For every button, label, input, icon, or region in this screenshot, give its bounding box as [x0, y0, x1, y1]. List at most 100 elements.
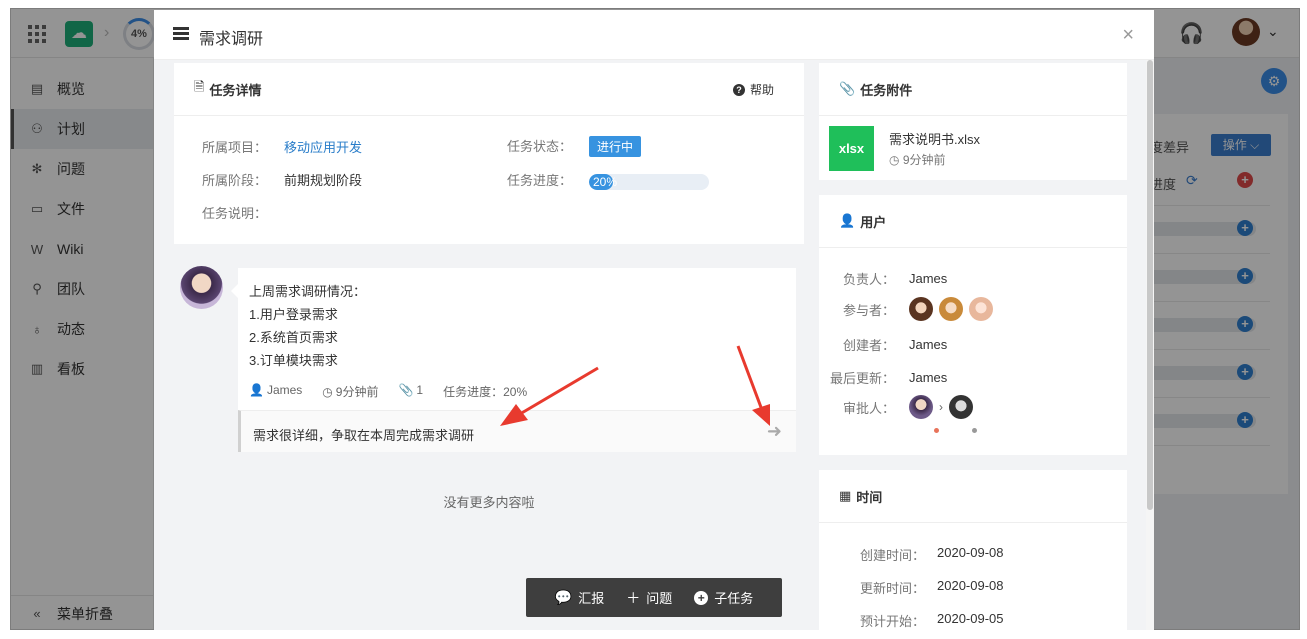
owner-label: 负责人： — [842, 272, 895, 287]
comment-caret — [231, 284, 238, 298]
planned-start-value: 2020-09-05 — [937, 611, 1004, 626]
attachment-file-name[interactable]: 需求说明书.xlsx — [889, 129, 980, 148]
approver-chevron-icon: › — [939, 400, 943, 414]
question-icon: ? — [732, 83, 745, 96]
no-more-content: 没有更多内容啦 — [443, 495, 535, 510]
report-button[interactable]: 💬 汇报 — [555, 588, 604, 607]
comment-meta: 👤 James ◷ 9分钟前 📎 1 任务进度：20% — [249, 383, 527, 400]
planned-start-label: 预计开始： — [859, 614, 925, 629]
status-field: 任务状态： 进行中 — [507, 136, 642, 157]
owner-row: 负责人： James — [819, 269, 947, 288]
updated-row: 更新时间： 2020-09-08 — [819, 578, 1004, 597]
comment-line: 3.订单模块需求 — [249, 353, 338, 368]
chat-bubble-icon: 💬 — [554, 589, 573, 605]
issue-label: 问题 — [646, 591, 673, 606]
participant-avatar[interactable] — [909, 297, 933, 321]
task-modal: 需求调研 × 🗎 任务详情 ? 帮助 所属项目： 移动应用开发 所属阶段： 前期规划… — [154, 10, 1154, 630]
help-label: 帮助 — [749, 83, 774, 97]
progress-label: 任务进度： — [507, 173, 573, 188]
attachments-heading: 任务附件 — [860, 82, 913, 98]
task-detail-card: 🗎 任务详情 ? 帮助 所属项目： 移动应用开发 所属阶段： 前期规划阶段 任务说明… — [174, 63, 804, 244]
approver-status-dot — [972, 428, 977, 433]
comment-author-name: James — [266, 383, 303, 397]
close-icon[interactable]: × — [1122, 24, 1134, 47]
document-icon: 🗎 — [194, 79, 205, 94]
paperclip-icon: 📎 — [398, 383, 414, 397]
project-label: 所属项目： — [202, 140, 268, 155]
status-label: 任务状态： — [507, 139, 573, 154]
description-label: 任务说明： — [202, 206, 268, 221]
creator-value: James — [909, 337, 948, 352]
comment-progress: 任务进度：20% — [443, 385, 528, 399]
time-header: ▦ 时间 — [819, 470, 1127, 523]
approver-label: 审批人： — [842, 400, 895, 416]
reply-text: 需求很详细，争取在本周完成需求调研 — [253, 428, 475, 443]
time-heading: 时间 — [856, 489, 883, 505]
report-label: 汇报 — [578, 591, 605, 606]
description-field: 任务说明： — [202, 203, 284, 222]
comment-line: 上周需求调研情况： — [249, 284, 367, 299]
comment-line: 2.系统首页需求 — [249, 330, 338, 345]
subtask-label: 子任务 — [714, 591, 754, 606]
approver-row: 审批人： › — [819, 395, 979, 419]
comment-reply: 需求很详细，争取在本周完成需求调研 ➜ — [238, 410, 796, 452]
modal-header: 需求调研 × — [154, 10, 1154, 60]
comment-attachments[interactable]: 📎 1 — [398, 383, 423, 400]
progress-text: 20% — [593, 174, 618, 189]
user-icon: 👤 — [839, 213, 856, 228]
project-link[interactable]: 移动应用开发 — [284, 140, 362, 155]
users-card: 👤 用户 负责人： James 参与者： 创建者： James 最后更新： James… — [819, 195, 1127, 455]
modal-scrollbar[interactable] — [1146, 60, 1154, 630]
scrollbar-thumb[interactable] — [1147, 60, 1153, 510]
status-badge: 进行中 — [589, 136, 642, 157]
comment-card: 上周需求调研情况： 1.用户登录需求 2.系统首页需求 3.订单模块需求 👤 Ja… — [231, 268, 796, 452]
users-header: 👤 用户 — [819, 195, 1127, 248]
created-row: 创建时间： 2020-09-08 — [819, 545, 1004, 564]
action-bar: 💬 汇报 ＋ 问题 + 子任务 — [526, 578, 782, 617]
updated-by-row: 最后更新： James — [819, 368, 947, 387]
attachments-header: 📎 任务附件 — [819, 63, 1127, 116]
attachment-count: 1 — [416, 383, 424, 397]
add-subtask-button[interactable]: + 子任务 — [694, 588, 753, 607]
task-detail-header: 🗎 任务详情 — [174, 63, 804, 116]
participant-avatar[interactable] — [939, 297, 963, 321]
participants-label: 参与者： — [842, 302, 895, 318]
participant-avatar[interactable] — [969, 297, 993, 321]
stage-label: 所属阶段： — [202, 173, 268, 188]
plus-icon: ＋ — [626, 589, 641, 606]
calendar-icon: ▦ — [839, 488, 852, 503]
plus-circle-icon: + — [694, 590, 709, 605]
updated-label: 更新时间： — [859, 581, 925, 596]
clock-icon: ◷ — [889, 153, 903, 167]
planned-start-row: 预计开始： 2020-09-05 — [819, 611, 1004, 630]
comment-time: ◷ 9分钟前 — [322, 383, 378, 400]
comment-author: 👤 James — [249, 383, 302, 400]
updated-by-value: James — [909, 370, 948, 385]
approver-avatar[interactable] — [909, 395, 933, 419]
progress-field: 任务进度： 20% — [507, 170, 709, 190]
arrow-right-icon[interactable]: ➜ — [767, 421, 782, 442]
clock-icon: ◷ — [322, 385, 333, 399]
paperclip-icon: 📎 — [839, 81, 856, 96]
stage-field: 所属阶段： 前期规划阶段 — [202, 170, 362, 189]
users-heading: 用户 — [860, 214, 887, 230]
participants-row: 参与者： — [819, 297, 999, 321]
task-progress-bar: 20% — [589, 173, 709, 190]
comment-time-value: 9分钟前 — [335, 385, 379, 399]
modal-title: 需求调研 — [199, 31, 264, 48]
add-issue-button[interactable]: ＋ 问题 — [626, 588, 672, 608]
xlsx-file-icon[interactable]: xlsx — [829, 126, 874, 171]
stage-value: 前期规划阶段 — [284, 173, 363, 188]
task-list-icon — [173, 27, 189, 41]
comment-author-avatar[interactable] — [180, 266, 223, 309]
user-icon: 👤 — [249, 383, 264, 397]
help-button[interactable]: ? 帮助 — [732, 81, 774, 98]
time-card: ▦ 时间 创建时间： 2020-09-08 更新时间： 2020-09-08 预计开… — [819, 470, 1127, 630]
attachment-time: ◷ 9分钟前 — [889, 151, 946, 168]
creator-row: 创建者： James — [819, 335, 947, 354]
attachments-card: 📎 任务附件 xlsx 需求说明书.xlsx ◷ 9分钟前 — [819, 63, 1127, 180]
approver-avatar[interactable] — [949, 395, 973, 419]
updated-value: 2020-09-08 — [937, 578, 1004, 593]
project-field: 所属项目： 移动应用开发 — [202, 137, 362, 156]
creator-label: 创建者： — [842, 338, 895, 353]
